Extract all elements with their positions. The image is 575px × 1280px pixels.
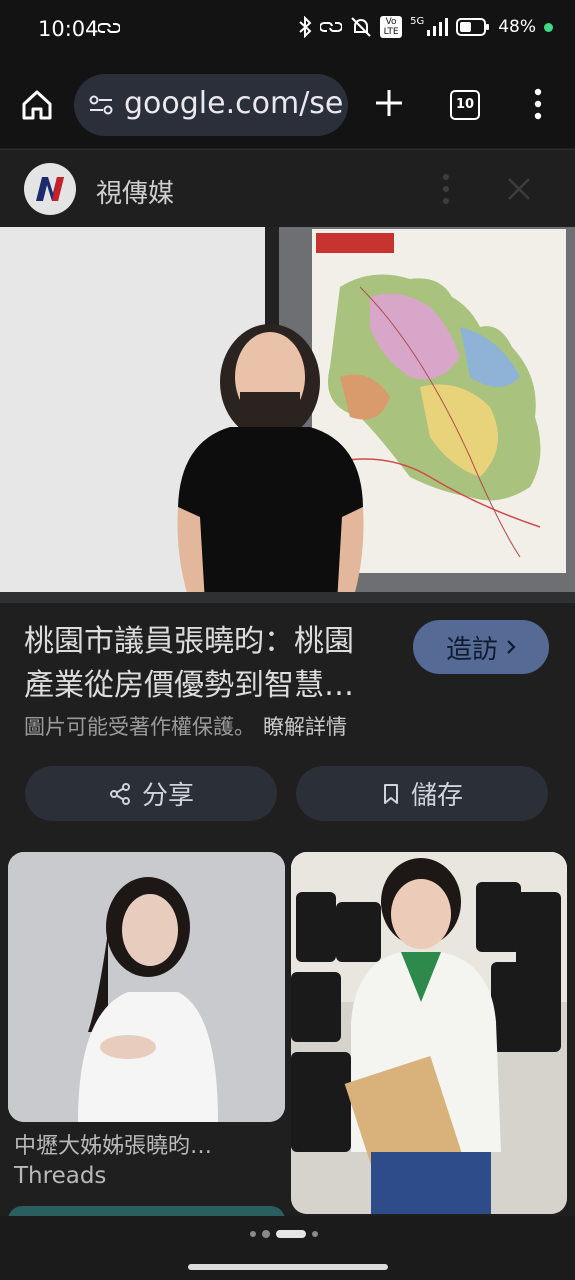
bottom-bar bbox=[0, 1216, 575, 1280]
visit-label: 造訪 bbox=[445, 634, 498, 665]
new-tab-icon[interactable] bbox=[372, 86, 406, 120]
related-image-1[interactable] bbox=[8, 852, 285, 1122]
browser-toolbar: google.com/se 10 bbox=[0, 62, 575, 148]
page-dot bbox=[250, 1231, 256, 1237]
source-logo-icon bbox=[36, 177, 64, 201]
address-bar[interactable]: google.com/se bbox=[74, 74, 348, 136]
link-icon bbox=[98, 23, 120, 33]
more-menu-icon[interactable] bbox=[528, 86, 548, 122]
signal-icon bbox=[427, 18, 449, 36]
related-source-1[interactable]: Threads bbox=[14, 1163, 106, 1189]
save-button[interactable]: 儲存 bbox=[296, 766, 548, 821]
tab-switcher-button[interactable]: 10 bbox=[450, 90, 480, 120]
link-icon bbox=[320, 22, 343, 32]
gesture-handle[interactable] bbox=[188, 1264, 388, 1270]
battery-percent: 48% bbox=[498, 17, 536, 37]
title-line-2: 產業從房價優勢到智慧… bbox=[24, 668, 354, 703]
copyright-text: 圖片可能受著作權保護。 bbox=[24, 715, 255, 739]
share-icon bbox=[109, 782, 130, 805]
close-icon[interactable] bbox=[506, 176, 532, 202]
bluetooth-icon bbox=[299, 16, 312, 38]
status-bar: 10:04 Vo LTE 5G 48% bbox=[0, 0, 575, 62]
bookmark-icon bbox=[383, 783, 398, 804]
copyright-notice: 圖片可能受著作權保護。 瞭解詳情 bbox=[24, 711, 347, 741]
home-icon[interactable] bbox=[18, 86, 56, 124]
site-settings-icon[interactable] bbox=[88, 94, 114, 116]
related-title-1[interactable]: 中壢大姊姊張曉昀… bbox=[14, 1128, 212, 1160]
related-photo-2 bbox=[291, 852, 567, 1214]
page-dot bbox=[312, 1231, 318, 1237]
more-options-icon[interactable] bbox=[440, 172, 452, 206]
mute-bell-icon bbox=[351, 17, 371, 37]
url-text: google.com/se bbox=[124, 86, 344, 121]
battery-icon bbox=[456, 18, 490, 36]
related-photo-1 bbox=[8, 852, 285, 1122]
image-result-title[interactable]: 桃園市議員張曉昀：桃園 產業從房價優勢到智慧… bbox=[24, 620, 394, 708]
network-type: 5G bbox=[410, 15, 425, 27]
main-photo bbox=[0, 227, 575, 603]
source-logo[interactable] bbox=[24, 163, 76, 215]
image-source-header: 視傳媒 bbox=[0, 149, 575, 228]
title-line-1: 桃園市議員張曉昀：桃園 bbox=[24, 624, 354, 659]
status-time: 10:04 bbox=[38, 17, 99, 41]
privacy-indicator-dot bbox=[544, 22, 553, 32]
chevron-right-icon bbox=[507, 640, 516, 654]
share-button[interactable]: 分享 bbox=[25, 766, 277, 821]
volte-badge: Vo LTE bbox=[380, 16, 403, 38]
page-indicator bbox=[250, 1230, 318, 1238]
page-dot-active bbox=[276, 1230, 306, 1238]
page-dot bbox=[262, 1230, 270, 1238]
status-icons: Vo LTE 5G 48% bbox=[298, 16, 553, 38]
save-label: 儲存 bbox=[410, 781, 463, 811]
related-image-2[interactable] bbox=[291, 852, 567, 1214]
main-preview-image[interactable] bbox=[0, 227, 575, 603]
learn-more-link[interactable]: 瞭解詳情 bbox=[263, 715, 347, 739]
source-name[interactable]: 視傳媒 bbox=[96, 173, 174, 210]
share-label: 分享 bbox=[141, 781, 194, 811]
visit-button[interactable]: 造訪 bbox=[413, 620, 549, 674]
